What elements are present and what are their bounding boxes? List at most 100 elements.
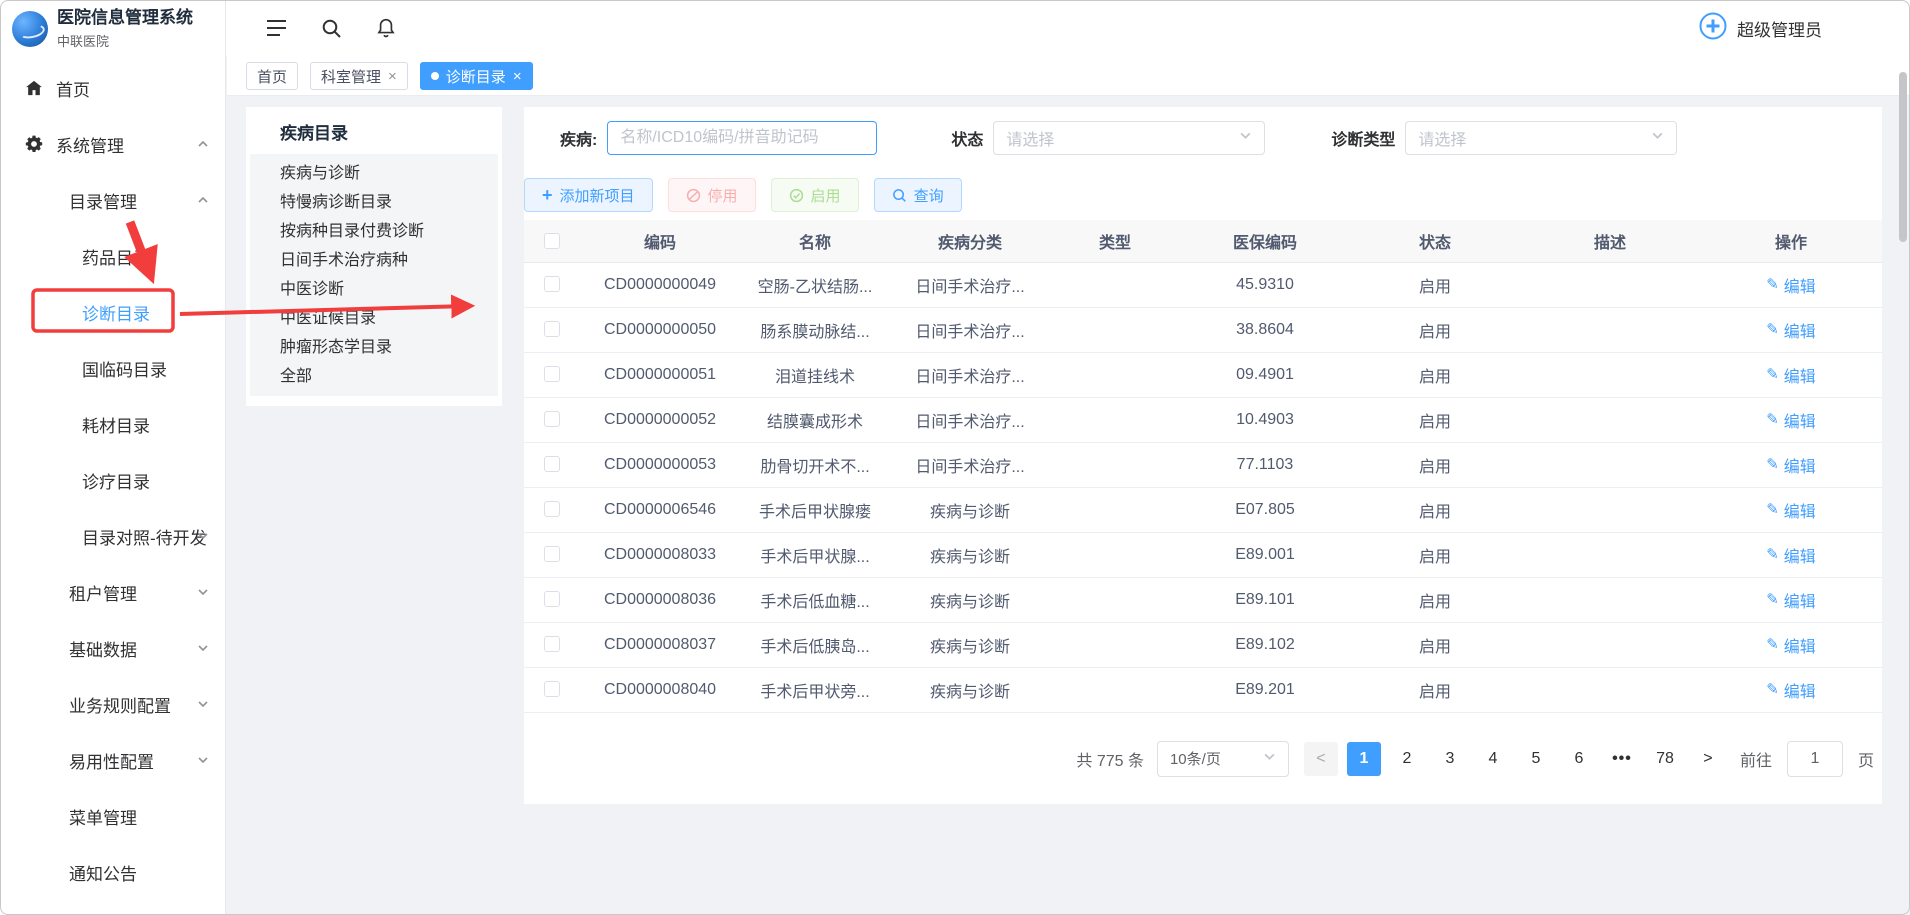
sidebar-item-treatment-catalog[interactable]: 诊疗目录 — [0, 452, 225, 508]
edit-button[interactable]: ✎编辑 — [1766, 318, 1816, 342]
user-name: 超级管理员 — [1737, 16, 1822, 41]
row-checkbox[interactable] — [544, 456, 560, 472]
select-placeholder: 请选择 — [1006, 126, 1054, 150]
page-scrollbar[interactable] — [1897, 58, 1909, 912]
cell-select — [524, 307, 580, 352]
close-icon[interactable]: × — [388, 69, 397, 84]
tab-home[interactable]: 首页 — [246, 62, 298, 90]
cell-category: 日间手术治疗... — [890, 262, 1050, 307]
cell-type — [1050, 352, 1180, 397]
row-checkbox[interactable] — [544, 636, 560, 652]
disease-search-input[interactable] — [607, 121, 877, 155]
more-pages-icon[interactable]: ••• — [1605, 742, 1639, 776]
edit-button[interactable]: ✎编辑 — [1766, 498, 1816, 522]
sidebar-item-home[interactable]: 首页 — [0, 60, 225, 116]
catalog-item[interactable]: 中医诊断 — [250, 275, 498, 304]
sidebar-item-catalog-mgmt[interactable]: 目录管理 — [0, 172, 225, 228]
row-checkbox[interactable] — [544, 411, 560, 427]
cell-desc — [1520, 622, 1700, 667]
bell-icon[interactable] — [376, 17, 396, 39]
sidebar-item-diagnosis-catalog[interactable]: 诊断目录 — [0, 284, 225, 340]
cell-insurance: E89.001 — [1180, 532, 1350, 577]
prev-page-button[interactable]: < — [1304, 742, 1338, 776]
sidebar-item-label: 耗材目录 — [82, 412, 150, 437]
disease-filter-label: 疾病: — [560, 126, 597, 150]
table-row: CD0000008040 手术后甲状旁... 疾病与诊断 E89.201 启用 … — [524, 667, 1882, 712]
tab-department-mgmt[interactable]: 科室管理 × — [310, 62, 408, 90]
status-select[interactable]: 请选择 — [993, 121, 1265, 155]
sidebar-item-notice[interactable]: 通知公告 — [0, 844, 225, 900]
sidebar-item-consumable-catalog[interactable]: 耗材目录 — [0, 396, 225, 452]
hamburger-icon[interactable] — [266, 19, 287, 37]
cell-status: 启用 — [1350, 262, 1520, 307]
page-button[interactable]: 4 — [1476, 742, 1510, 776]
edit-button[interactable]: ✎编辑 — [1766, 633, 1816, 657]
catalog-list: 疾病与诊断 特慢病诊断目录 按病种目录付费诊断 日间手术治疗病种 中医诊断 中医… — [250, 154, 498, 396]
sidebar-item-label: 业务规则配置 — [69, 692, 171, 717]
col-header-status: 状态 — [1350, 220, 1520, 262]
tab-diagnosis-catalog[interactable]: 诊断目录 × — [420, 62, 533, 90]
catalog-item[interactable]: 疾病与诊断 — [250, 159, 498, 188]
edit-button[interactable]: ✎编辑 — [1766, 543, 1816, 567]
catalog-item[interactable]: 肿瘤形态学目录 — [250, 333, 498, 362]
edit-button[interactable]: ✎编辑 — [1766, 363, 1816, 387]
edit-button[interactable]: ✎编辑 — [1766, 408, 1816, 432]
edit-button[interactable]: ✎编辑 — [1766, 678, 1816, 702]
diagnosis-type-select[interactable]: 请选择 — [1405, 121, 1677, 155]
search-icon[interactable] — [321, 18, 342, 39]
edit-label: 编辑 — [1784, 588, 1816, 612]
add-item-button[interactable]: + 添加新项目 — [524, 178, 653, 212]
sidebar-item-menu-mgmt[interactable]: 菜单管理 — [0, 788, 225, 844]
catalog-item[interactable]: 日间手术治疗病种 — [250, 246, 498, 275]
row-checkbox[interactable] — [544, 321, 560, 337]
select-all-checkbox[interactable] — [544, 233, 560, 249]
row-checkbox[interactable] — [544, 591, 560, 607]
sidebar-item-national-code-catalog[interactable]: 国临码目录 — [0, 340, 225, 396]
cell-type — [1050, 577, 1180, 622]
page-button[interactable]: 78 — [1648, 742, 1682, 776]
cell-select — [524, 442, 580, 487]
page-button[interactable]: 2 — [1390, 742, 1424, 776]
scrollbar-thumb[interactable] — [1899, 72, 1907, 242]
cell-status: 启用 — [1350, 622, 1520, 667]
row-checkbox[interactable] — [544, 276, 560, 292]
row-checkbox[interactable] — [544, 546, 560, 562]
page-button[interactable]: 1 — [1347, 742, 1381, 776]
page-button[interactable]: 5 — [1519, 742, 1553, 776]
diagnosis-type-filter-label: 诊断类型 — [1331, 126, 1395, 150]
close-icon[interactable]: × — [513, 69, 522, 84]
page-button[interactable]: 3 — [1433, 742, 1467, 776]
sidebar-item-catalog-compare[interactable]: 目录对照-待开发 — [0, 508, 225, 564]
sidebar-item-system-mgmt[interactable]: 系统管理 — [0, 116, 225, 172]
disease-catalog-panel: 疾病目录 疾病与诊断 特慢病诊断目录 按病种目录付费诊断 日间手术治疗病种 中医… — [246, 107, 502, 406]
cell-status: 启用 — [1350, 577, 1520, 622]
row-checkbox[interactable] — [544, 681, 560, 697]
catalog-item[interactable]: 特慢病诊断目录 — [250, 188, 498, 217]
goto-page-input[interactable] — [1787, 741, 1843, 777]
enable-button[interactable]: 启用 — [771, 178, 859, 212]
row-checkbox[interactable] — [544, 501, 560, 517]
edit-button[interactable]: ✎编辑 — [1766, 273, 1816, 297]
catalog-item[interactable]: 中医证候目录 — [250, 304, 498, 333]
sidebar-item-drug-catalog[interactable]: 药品目录 — [0, 228, 225, 284]
cell-type — [1050, 532, 1180, 577]
page-size-select[interactable]: 10条/页 — [1157, 741, 1289, 777]
cell-desc — [1520, 667, 1700, 712]
edit-button[interactable]: ✎编辑 — [1766, 453, 1816, 477]
edit-button[interactable]: ✎编辑 — [1766, 588, 1816, 612]
sidebar-item-tenant-mgmt[interactable]: 租户管理 — [0, 564, 225, 620]
cell-insurance: E89.201 — [1180, 667, 1350, 712]
disable-button[interactable]: 停用 — [668, 178, 756, 212]
row-checkbox[interactable] — [544, 366, 560, 382]
query-label: 查询 — [914, 185, 944, 206]
catalog-item[interactable]: 全部 — [250, 362, 498, 391]
sidebar-item-business-rules[interactable]: 业务规则配置 — [0, 676, 225, 732]
sidebar-item-basic-data[interactable]: 基础数据 — [0, 620, 225, 676]
page-button[interactable]: 6 — [1562, 742, 1596, 776]
query-button[interactable]: 查询 — [874, 178, 962, 212]
user-menu[interactable]: 超级管理员 — [1698, 11, 1822, 46]
sidebar-item-usability-config[interactable]: 易用性配置 — [0, 732, 225, 788]
catalog-item[interactable]: 按病种目录付费诊断 — [250, 217, 498, 246]
cell-category: 疾病与诊断 — [890, 532, 1050, 577]
next-page-button[interactable]: > — [1691, 742, 1725, 776]
